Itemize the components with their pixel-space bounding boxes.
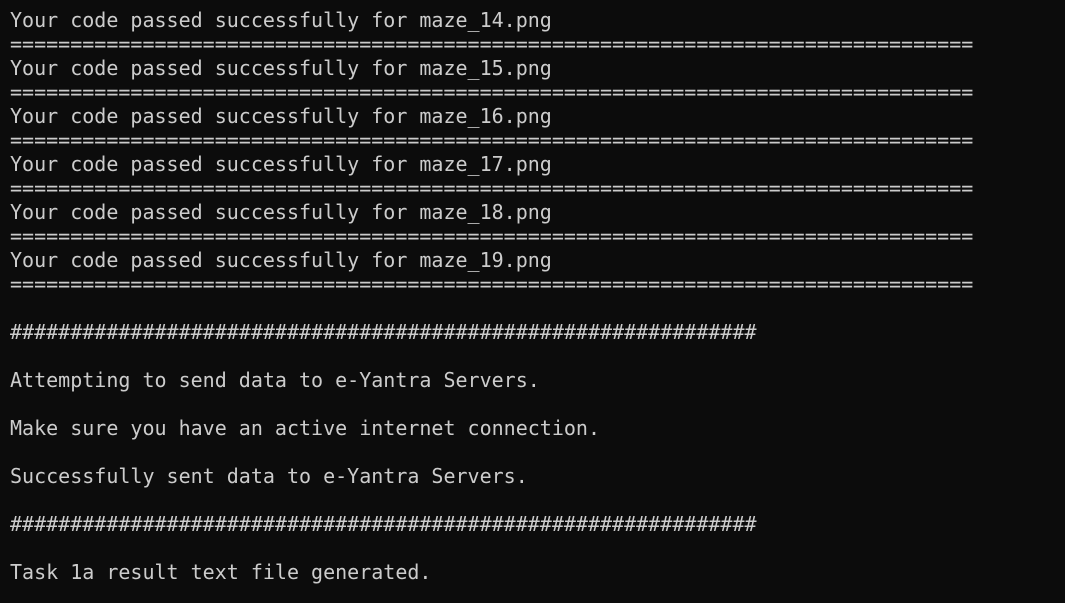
separator-line: ========================================…	[10, 0, 973, 8]
separator-line: ========================================…	[10, 80, 974, 104]
output-line: Your code passed successfully for maze_1…	[10, 200, 552, 224]
separator-line: ========================================…	[10, 128, 974, 152]
output-line: Your code passed successfully for maze_1…	[10, 104, 552, 128]
hash-separator-line: ########################################…	[10, 512, 757, 536]
output-line: Attempting to send data to e-Yantra Serv…	[10, 368, 540, 392]
separator-line: ========================================…	[10, 32, 974, 56]
terminal-output: ========================================…	[10, 0, 973, 584]
output-line: Your code passed successfully for maze_1…	[10, 56, 552, 80]
output-line: Successfully sent data to e-Yantra Serve…	[10, 464, 528, 488]
separator-line: ========================================…	[10, 272, 974, 296]
output-line: Task 1a result text file generated.	[10, 560, 432, 584]
separator-line: ========================================…	[10, 176, 974, 200]
output-line: Your code passed successfully for maze_1…	[10, 8, 552, 32]
separator-line: ========================================…	[10, 224, 974, 248]
hash-separator-line: ########################################…	[10, 320, 757, 344]
output-line: Your code passed successfully for maze_1…	[10, 152, 552, 176]
output-line: Your code passed successfully for maze_1…	[10, 248, 552, 272]
output-line: Make sure you have an active internet co…	[10, 416, 601, 440]
terminal-window[interactable]: ========================================…	[0, 0, 1065, 603]
